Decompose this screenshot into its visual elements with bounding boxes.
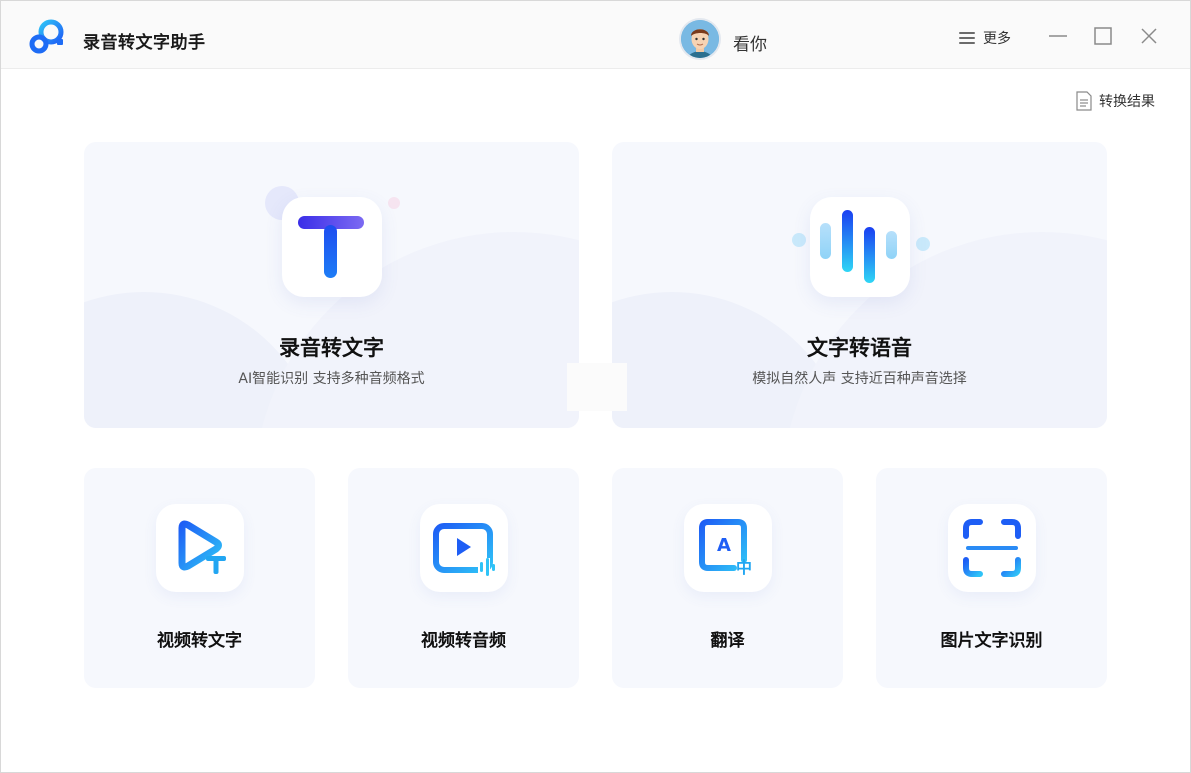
minimize-icon[interactable] xyxy=(1047,25,1069,47)
username[interactable]: 看你 xyxy=(733,30,767,55)
sound-wave-icon-box xyxy=(810,197,910,297)
translate-title: 翻译 xyxy=(710,631,745,651)
text-to-speech-title: 文字转语音 xyxy=(807,336,912,360)
translate-card[interactable]: A 中 翻译 xyxy=(612,468,843,688)
background-artifact xyxy=(567,363,627,411)
video-to-text-title: 视频转文字 xyxy=(157,631,242,651)
text-to-speech-subtitle: 模拟自然人声 支持近百种声音选择 xyxy=(752,371,967,387)
maximize-icon[interactable] xyxy=(1092,25,1114,47)
document-icon xyxy=(1076,91,1092,111)
more-button[interactable]: 更多 xyxy=(959,27,1011,49)
app-window: 录音转文字助手 看你 更多 转换结果 录音转文字 AI智能识别 支持多种音频格式… xyxy=(0,0,1191,773)
title-bar: 录音转文字助手 看你 更多 xyxy=(1,1,1190,69)
conversion-results-link[interactable]: 转换结果 xyxy=(1075,91,1155,111)
text-t-icon-box xyxy=(282,197,382,297)
image-ocr-title: 图片文字识别 xyxy=(940,631,1043,651)
text-t-icon xyxy=(298,216,364,278)
video-to-audio-card[interactable]: 视频转音频 xyxy=(348,468,579,688)
avatar-image xyxy=(681,20,719,58)
translate-icon-box: A 中 xyxy=(684,504,772,592)
scan-icon-box xyxy=(948,504,1036,592)
audio-to-text-card[interactable]: 录音转文字 AI智能识别 支持多种音频格式 xyxy=(84,142,579,428)
text-to-speech-card[interactable]: 文字转语音 模拟自然人声 支持近百种声音选择 xyxy=(612,142,1107,428)
menu-icon xyxy=(959,29,975,47)
video-to-text-icon xyxy=(178,520,226,574)
audio-to-text-title: 录音转文字 xyxy=(279,336,384,360)
svg-text:中: 中 xyxy=(736,558,752,577)
video-to-text-card[interactable]: 视频转文字 xyxy=(84,468,315,688)
sound-wave-icon xyxy=(820,210,897,283)
video-to-audio-title: 视频转音频 xyxy=(421,631,506,651)
app-title: 录音转文字助手 xyxy=(83,33,206,53)
video-to-text-icon-box xyxy=(156,504,244,592)
close-icon[interactable] xyxy=(1138,25,1160,47)
audio-to-text-subtitle: AI智能识别 支持多种音频格式 xyxy=(238,371,425,387)
video-to-audio-icon xyxy=(433,523,495,576)
app-logo-icon xyxy=(29,19,64,54)
user-avatar[interactable] xyxy=(681,20,719,58)
svg-text:A: A xyxy=(717,535,731,556)
conversion-results-label: 转换结果 xyxy=(1099,94,1155,110)
translate-icon: A 中 xyxy=(699,519,752,577)
image-ocr-card[interactable]: 图片文字识别 xyxy=(876,468,1107,688)
video-to-audio-icon-box xyxy=(420,504,508,592)
scan-icon xyxy=(963,519,1021,577)
more-label: 更多 xyxy=(983,31,1011,47)
